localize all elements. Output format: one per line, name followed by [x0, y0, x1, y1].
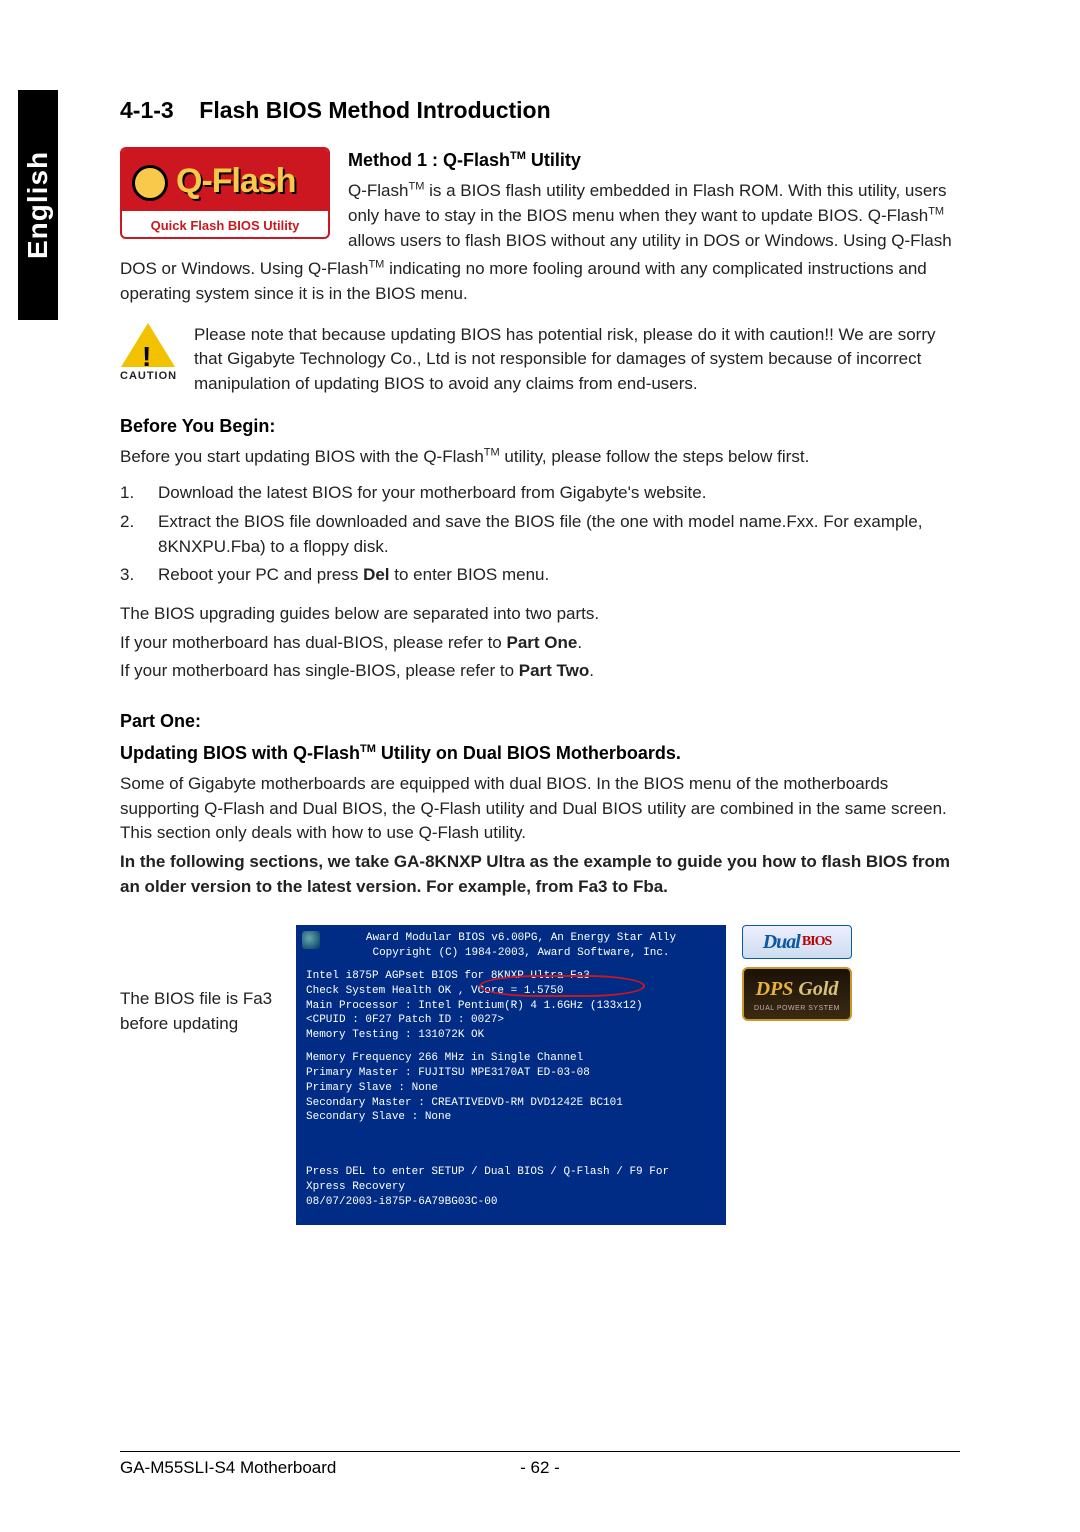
guide-line: If your motherboard has single-BIOS, ple…: [120, 659, 960, 684]
caution-text: Please note that because updating BIOS h…: [194, 323, 960, 397]
text: Q-Flash: [348, 181, 408, 200]
section-heading: 4-1-3 Flash BIOS Method Introduction: [120, 94, 960, 127]
qflash-logo-text: Q-Flash: [176, 157, 296, 206]
section-title: Flash BIOS Method Introduction: [199, 97, 550, 123]
section-number: 4-1-3: [120, 97, 174, 123]
method1-intro-cont: DOS or Windows. Using Q-FlashTM indicati…: [120, 257, 960, 306]
part-one-subtitle: Updating BIOS with Q-FlashTM Utility on …: [120, 740, 960, 766]
method1-intro: Q-FlashTM is a BIOS flash utility embedd…: [348, 179, 960, 253]
warning-triangle-icon: [121, 323, 175, 367]
tm-mark: TM: [484, 446, 500, 458]
text: indicating no more fooling around with a…: [120, 259, 927, 303]
bios-hdr-line: Award Modular BIOS v6.00PG, An Energy St…: [326, 931, 716, 946]
part-one-bold-note: In the following sections, we take GA-8K…: [120, 850, 960, 899]
step-text: Download the latest BIOS for your mother…: [158, 481, 706, 506]
text: Before you start updating BIOS with the …: [120, 447, 484, 466]
tm-mark: TM: [408, 181, 424, 193]
list-item: 2.Extract the BIOS file downloaded and s…: [120, 510, 960, 559]
bios-line: Secondary Slave : None: [306, 1110, 716, 1125]
guide-line: If your motherboard has dual-BIOS, pleas…: [120, 631, 960, 656]
steps-list: 1.Download the latest BIOS for your moth…: [120, 481, 960, 588]
before-heading: Before You Begin:: [120, 413, 960, 439]
bios-line: Memory Testing : 131072K OK: [306, 1028, 716, 1043]
dual-bios-badge: DualBIOS: [742, 925, 852, 959]
bios-line: Secondary Master : CREATIVEDVD-RM DVD124…: [306, 1096, 716, 1111]
dps-gold-badge: DPS Gold DUAL POWER SYSTEM: [742, 967, 852, 1021]
page-footer: GA-M55SLI-S4 Motherboard - 62 -: [120, 1451, 960, 1478]
tm-mark: TM: [928, 205, 944, 217]
page-content: 4-1-3 Flash BIOS Method Introduction Q-F…: [120, 94, 960, 1225]
language-tab: English: [18, 90, 58, 320]
qflash-logo: Q-Flash Quick Flash BIOS Utility: [120, 147, 330, 239]
list-item: 1.Download the latest BIOS for your moth…: [120, 481, 960, 506]
bios-line: Memory Frequency 266 MHz in Single Chann…: [306, 1051, 716, 1066]
bios-post-screen: Award Modular BIOS v6.00PG, An Energy St…: [296, 925, 726, 1225]
tm-mark: TM: [510, 150, 526, 162]
bios-line: Xpress Recovery: [306, 1180, 716, 1195]
bios-hdr-line: Copyright (C) 1984-2003, Award Software,…: [326, 946, 716, 961]
footer-left: GA-M55SLI-S4 Motherboard: [120, 1458, 520, 1478]
method1-title: Method 1 : Q-FlashTM Utility: [348, 147, 960, 173]
bios-line: <CPUID : 0F27 Patch ID : 0027>: [306, 1013, 716, 1028]
step-text: Reboot your PC and press Del to enter BI…: [158, 563, 549, 588]
method1-title-text: Method 1 : Q-Flash: [348, 150, 510, 170]
part-one-heading: Part One:: [120, 708, 960, 734]
bios-line: Primary Master : FUJITSU MPE3170AT ED-03…: [306, 1066, 716, 1081]
qflash-logo-sub: Quick Flash BIOS Utility: [122, 217, 328, 236]
bios-line: 08/07/2003-i875P-6A79BG03C-00: [306, 1195, 716, 1210]
method1-title-tail: Utility: [526, 150, 581, 170]
award-logo-icon: [302, 931, 320, 949]
highlight-circle-icon: [479, 975, 645, 997]
before-intro: Before you start updating BIOS with the …: [120, 445, 960, 470]
bios-line: Primary Slave : None: [306, 1081, 716, 1096]
text: is a BIOS flash utility embedded in Flas…: [348, 181, 947, 225]
list-item: 3.Reboot your PC and press Del to enter …: [120, 563, 960, 588]
step-text: Extract the BIOS file downloaded and sav…: [158, 510, 960, 559]
bios-note: The BIOS file is Fa3 before updating: [120, 925, 280, 1036]
bios-line: Main Processor : Intel Pentium(R) 4 1.6G…: [306, 999, 716, 1014]
part-one-body: Some of Gigabyte motherboards are equipp…: [120, 772, 960, 846]
caution-icon: CAUTION: [120, 323, 176, 397]
badges: DualBIOS DPS Gold DUAL POWER SYSTEM: [742, 925, 852, 1021]
footer-page-number: - 62 -: [520, 1458, 560, 1478]
guide-line: The BIOS upgrading guides below are sepa…: [120, 602, 960, 627]
text: allows users to flash BIOS without any u…: [348, 231, 952, 250]
text: utility, please follow the steps below f…: [500, 447, 810, 466]
bios-line: Press DEL to enter SETUP / Dual BIOS / Q…: [306, 1165, 716, 1180]
